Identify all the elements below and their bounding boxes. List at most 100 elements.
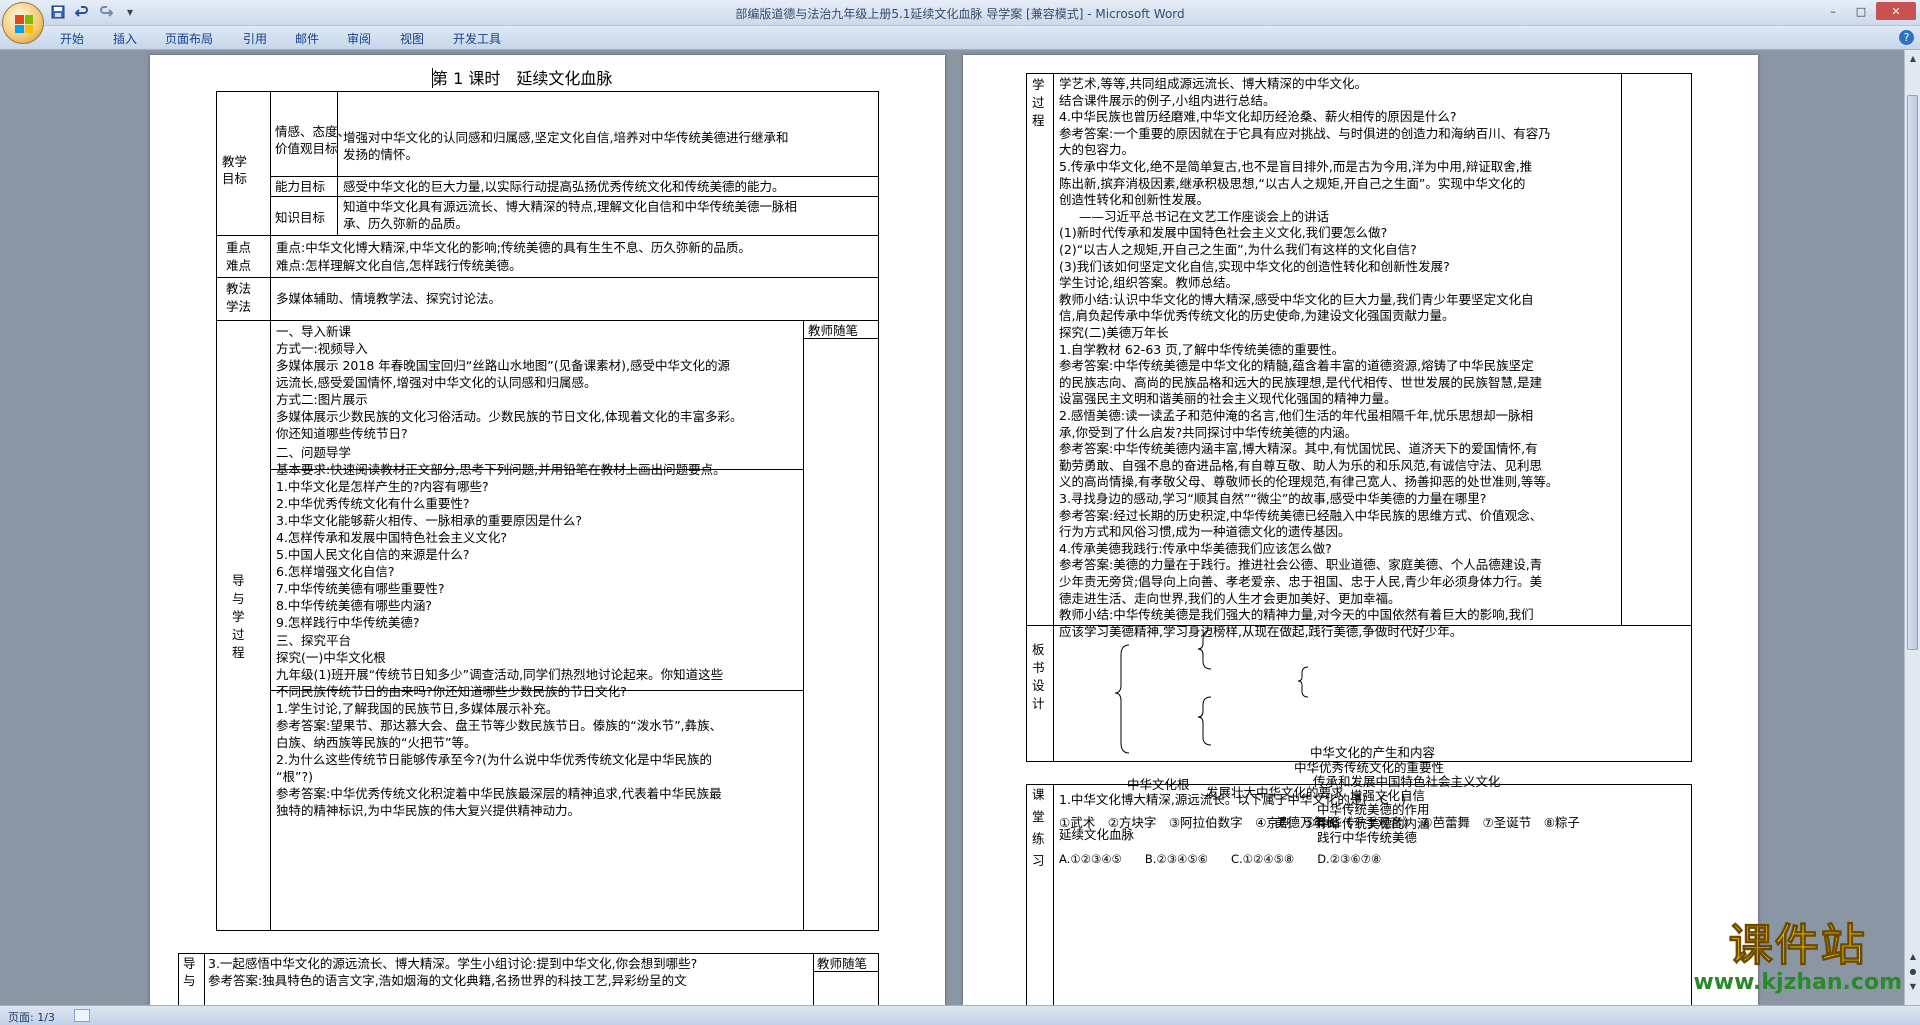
body-line: 2.感悟美德:读一读孟子和范仲淹的名言,他们生活的年代虽相隔千年,忧乐思想却一脉… [1059,408,1534,423]
close-button[interactable]: ✕ [1876,2,1916,20]
practice-label: 练 [1032,831,1045,846]
goal-row-label: 价值观目标 [275,141,338,156]
body-line: 九年级(1)班开展“传统节日知多少”调查活动,同学们热烈地讨论起来。你知道这些 [276,667,724,682]
board-brace-diagram [1114,629,1309,754]
office-logo-icon [15,15,33,33]
bottom-label: 与 [183,973,196,988]
body-line: 4.中华民族也曾历经磨难,中华文化却历经沧桑、薪火相传的原因是什么? [1059,109,1457,125]
methods-label: 教法 [226,281,252,296]
body-line: 参考答案:一个重要的原因就在于它具有应对挑战、与时俱进的创造力和海纳百川、有容乃 [1059,125,1551,141]
process-label: 程 [232,645,245,660]
practice-label: 习 [1032,853,1045,868]
keypoints-label: 重点 [226,240,252,255]
board-label: 板 [1032,642,1045,657]
body-line: 参考答案:经过长期的历史积淀,中华传统美德已经融入中华民族的思维方式、价值观念、 [1059,507,1543,523]
goal-row-text: 增强对中华文化的认同感和归属感,坚定文化自信,培养对中华传统美德进行继承和 [343,130,789,145]
board-leaf: 中华优秀传统文化的重要性 [1294,760,1445,775]
body-line: 大的包容力。 [1059,142,1135,158]
body-line: 结合课件展示的例子,小组内进行总结。 [1059,92,1276,108]
body-line: 参考答案:望果节、那达慕大会、盘王节等少数民族节日。傣族的“泼水节”,彝族、 [276,718,723,733]
scroll-up-icon[interactable]: ▲ [1906,52,1920,66]
proofing-icon[interactable] [74,1009,90,1022]
document-page-2[interactable]: 学 过 程 学艺术,等等,共同组成源远流长、博大精深的中华文化。 结合课件展示的例… [963,55,1758,1005]
body-line: 信,肩负起传承中华优秀传统文化的历史使命,为建设文化强国贡献力量。 [1059,308,1455,324]
body-line: 创造性转化和创新性发展。 [1059,192,1210,208]
minimize-button[interactable]: – [1820,2,1846,20]
tab-page-layout[interactable]: 页面布局 [165,30,213,47]
body-line: 3.一起感悟中华文化的源远流长、博大精深。学生小组讨论:提到中华文化,你会想到哪… [208,956,698,971]
body-line: 勤劳勇敢、自强不息的奋进品格,有自尊互敬、助人为乐的和乐风范,有诚信守法、见利思 [1059,457,1542,473]
status-bar: 页面: 1/3 [0,1005,1920,1025]
page-count[interactable]: 页面: 1/3 [8,1009,55,1025]
practice-label: 课 [1032,787,1045,802]
body-line: 承,你受到了什么启发?共同探讨中华传统美德的内涵。 [1059,424,1358,440]
tab-developer[interactable]: 开发工具 [453,30,501,47]
board-label: 设 [1032,678,1045,693]
body-line: 独特的精神标识,为中华民族的伟大复兴提供精神动力。 [276,803,580,818]
goal-row-text: 感受中华文化的巨大力量,以实际行动提高弘扬优秀传统文化和传统美德的能力。 [343,179,785,194]
process-label: 导 [232,573,245,588]
practice-options: A.①②③④⑤ B.②③④⑤⑥ C.①②④⑤⑧ D.②③⑥⑦⑧ [1059,852,1382,866]
board-leaf: 践行中华传统美德 [1317,830,1418,845]
office-button[interactable] [2,2,44,44]
body-line: (1)新时代传承和发展中国特色社会主义文化,我们要怎么做? [1059,225,1388,241]
body-line: 教师小结:中华传统美德是我们强大的精神力量,对今天的中国依然有着巨大的影响,我们 [1059,607,1534,623]
goal-row-label: 能力目标 [275,179,326,194]
maximize-button[interactable]: □ [1848,2,1874,20]
goal-row-text: 知道中华文化具有源远流长、博大精深的特点,理解文化自信和中华传统美德一脉相 [343,199,797,214]
document-workspace: 第 1 课时 延续文化血脉 教学 目标 情感、态度、 价值观目标 增强对中华文化 [0,50,1904,1005]
practice-question: 1.中华文化博大精深,源远流长。以下属于中华文化的是( C ) [1059,792,1406,807]
body-line: 5.中国人民文化自信的来源是什么? [276,547,470,562]
tab-mailings[interactable]: 邮件 [295,30,319,47]
ribbon-tabs: 开始 插入 页面布局 引用 邮件 审阅 视图 开发工具 [0,26,1920,50]
goal-row-label: 情感、态度、 [275,124,351,139]
browse-object-icon[interactable]: ● [1906,965,1920,979]
prev-page-icon[interactable]: ▲ [1906,950,1920,964]
body-line: 义的高尚情操,有孝敬父母、尊敬师长的伦理规范,有律己宽人、扬善抑恶的处世准则,等… [1059,474,1559,490]
tab-view[interactable]: 视图 [400,30,424,47]
process-label: 学 [1032,77,1045,92]
scrollbar-thumb[interactable] [1907,95,1918,650]
keypoints-line: 重点:中华文化博大精深,中华文化的影响;传统美德的具有生生不息、历久弥新的品质。 [276,240,751,255]
section-heading: 三、探究平台 [276,633,352,648]
body-line: 3.中华文化能够薪火相传、一脉相承的重要原因是什么? [276,513,583,528]
body-line: (3)我们该如何坚定文化自信,实现中华文化的创造性转化和创新性发展? [1059,258,1450,274]
tab-insert[interactable]: 插入 [113,30,137,47]
watermark-logo-text: 课件站 [1728,920,1867,971]
body-line: 的民族志向、高尚的民族品格和远大的民族理想,是代代相传、世世发展的民族智慧,是建 [1059,374,1542,390]
window-controls: – □ ✕ [1820,2,1916,20]
goal-row-label: 知识目标 [275,210,326,225]
practice-label: 堂 [1032,809,1045,824]
body-line: 2.为什么这些传统节日能够传承至今?(为什么说中华优秀传统文化是中华民族的 [276,752,712,767]
body-line: 参考答案:中华传统美德内涵丰富,博大精深。其中,有忧国忧民、道济天下的爱国情怀,… [1059,441,1538,457]
body-line: 1.学生讨论,了解我国的民族节日,多媒体展示补充。 [276,701,559,716]
tab-home[interactable]: 开始 [60,30,84,47]
next-page-icon[interactable]: ▼ [1906,980,1920,994]
board-leaf: 中华文化的产生和内容 [1310,745,1436,760]
body-line: 5.传承中华文化,绝不是简单复古,也不是盲目排外,而是古为今用,洋为中用,辩证取… [1059,159,1533,174]
tab-references[interactable]: 引用 [243,30,267,47]
body-line: 基本要求:快速阅读教材正文部分,思考下列问题,并用铅笔在教材上画出问题要点。 [276,462,726,477]
body-line: 9.怎样践行中华传统美德? [276,615,420,630]
window-title: 部编版道德与法治九年级上册5.1延续文化血脉 导学案 [兼容模式] - Micr… [735,7,1185,21]
document-page-1[interactable]: 第 1 课时 延续文化血脉 教学 目标 情感、态度、 价值观目标 增强对中华文化 [150,55,945,1005]
section-heading: 一、导入新课 [276,324,352,339]
body-line: 参考答案:中华优秀传统文化积淀着中华民族最深层的精神追求,代表着中华民族最 [276,786,722,801]
body-line: 探究(二)美德万年长 [1059,325,1169,340]
body-line: 4.传承美德我践行:传承中华美德我们应该怎么做? [1059,540,1332,556]
body-line: 教师小结:认识中华文化的博大精深,感受中华文化的巨大力量,我们青少年要坚定文化自 [1059,291,1534,307]
keypoints-line: 难点:怎样理解文化自信,怎样践行传统美德。 [276,258,522,273]
body-line: 德走进生活、走向世界,我们的人生才会更加美好、更加幸福。 [1059,590,1401,606]
body-line: 2.中华优秀传统文化有什么重要性? [276,496,470,511]
body-line: 远流长,感受爱国情怀,增强对中华文化的认同感和归属感。 [276,375,597,390]
body-line: 白族、纳西族等民族的“火把节”等。 [276,735,477,750]
vertical-scrollbar[interactable]: ▲ ▲ ● ▼ [1904,50,1920,1005]
goals-label: 目标 [222,171,248,186]
body-line: 行为方式和风俗习惯,成为一种道德文化的遗传基因。 [1059,524,1351,540]
body-line: 少年责无旁贷;倡导向上向善、孝老爱亲、忠于祖国、忠于人民,青少年必须身体力行。美 [1059,574,1543,589]
board-label: 计 [1032,696,1045,711]
help-icon[interactable]: ? [1899,30,1914,45]
goals-label: 教学 [222,154,248,169]
title-bar: ▾ 部编版道德与法治九年级上册5.1延续文化血脉 导学案 [兼容模式] - Mi… [0,0,1920,26]
tab-review[interactable]: 审阅 [347,30,371,47]
